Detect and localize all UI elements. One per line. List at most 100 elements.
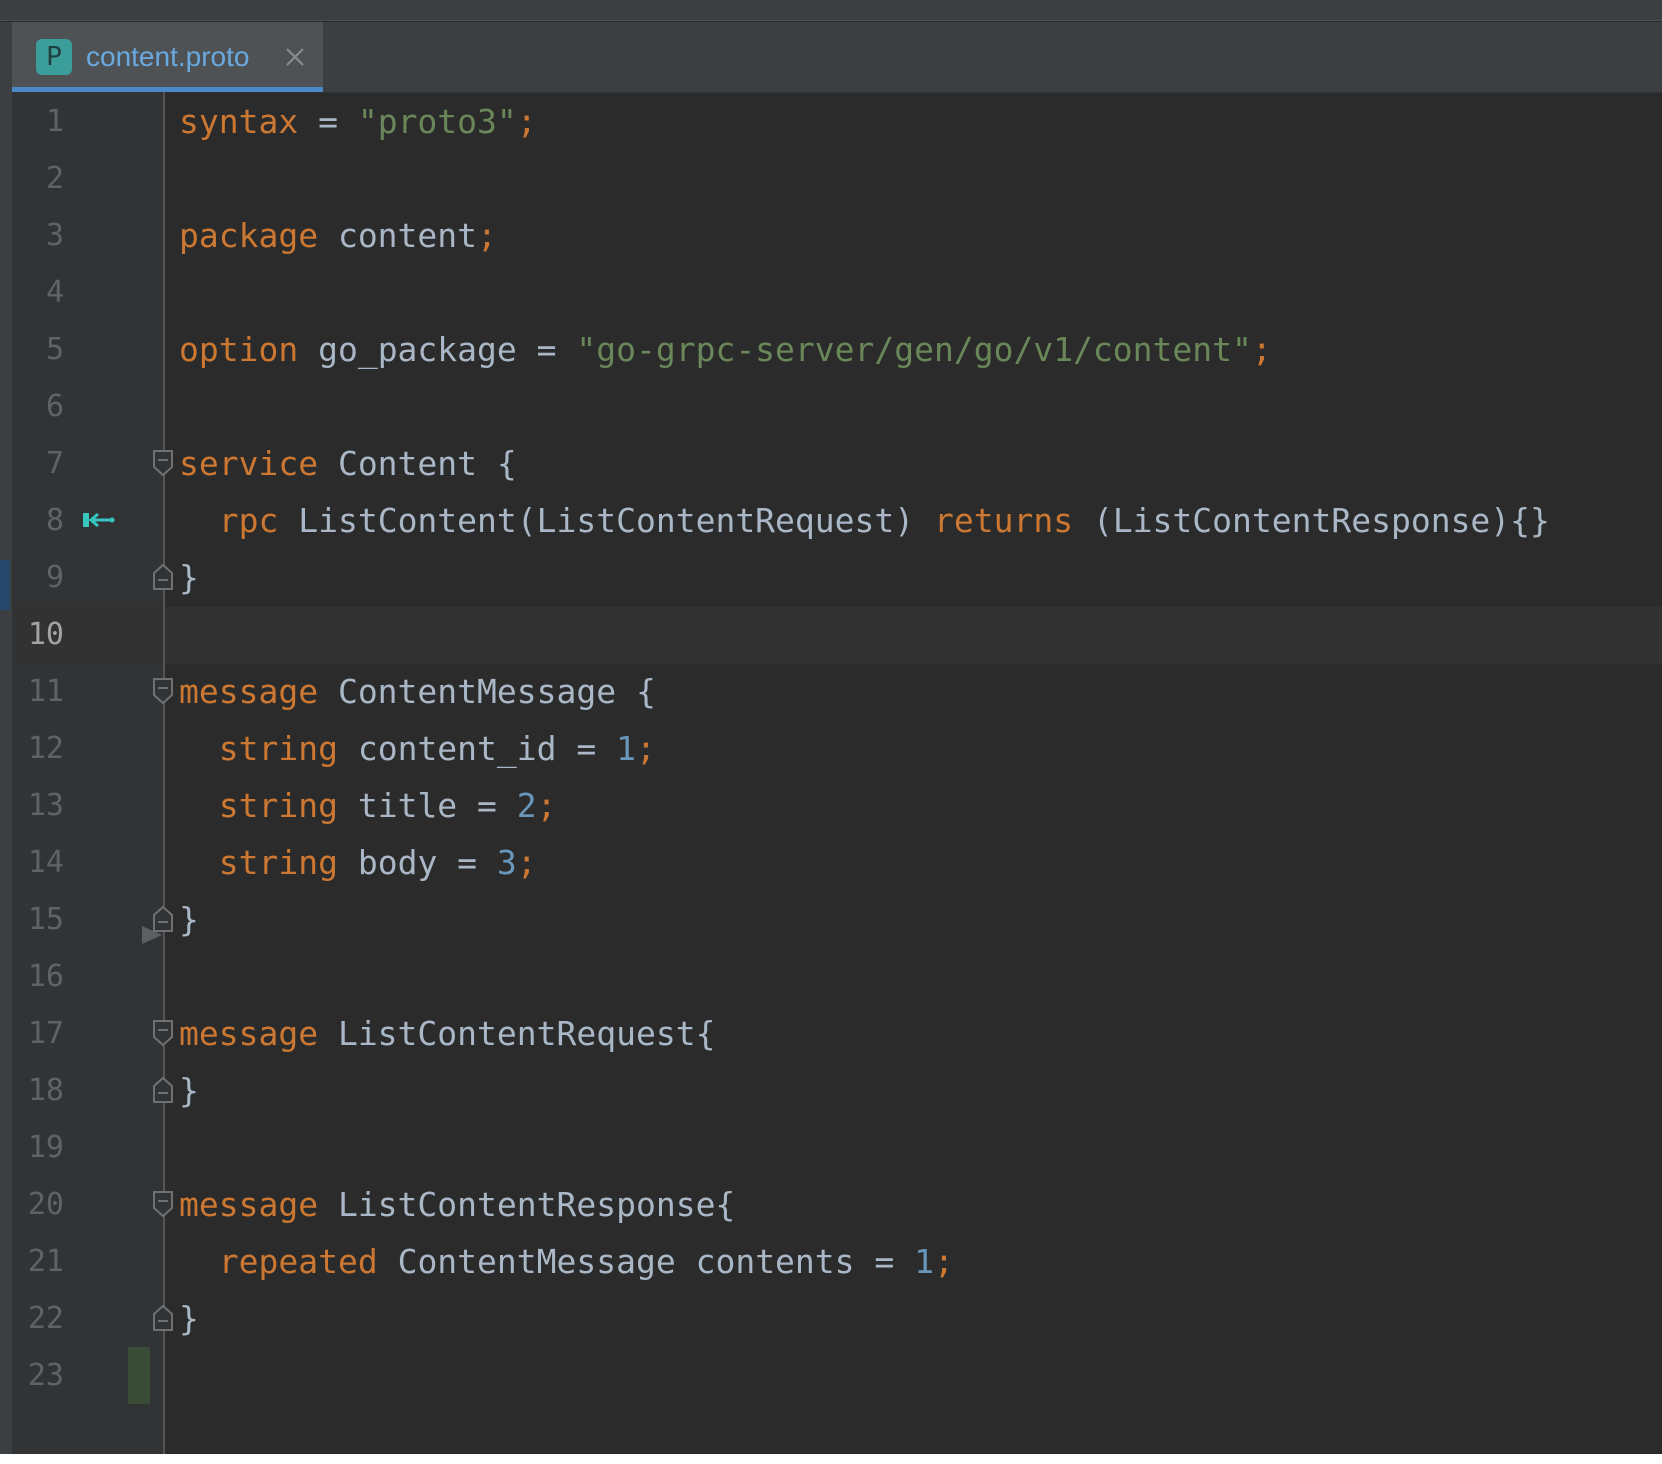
code-token: body = <box>337 843 497 882</box>
keyword-token: message <box>179 1185 319 1224</box>
line-number[interactable]: 17 <box>12 1005 64 1062</box>
code-text[interactable]: message ListContentResponse{ <box>179 1176 735 1233</box>
line-number[interactable]: 23 <box>12 1347 64 1404</box>
fold-open-icon[interactable] <box>152 449 174 477</box>
line-number[interactable]: 4 <box>12 264 64 321</box>
code-token: go_package = <box>298 330 577 369</box>
fold-close-icon[interactable] <box>152 1076 174 1104</box>
window-top-edge <box>0 0 1662 21</box>
keyword-token: string <box>218 843 338 882</box>
line-number[interactable]: 22 <box>12 1290 64 1347</box>
line-number[interactable]: 10 <box>12 606 64 663</box>
fold-close-icon[interactable] <box>152 563 174 591</box>
code-token: } <box>179 900 199 939</box>
keyword-token: service <box>179 444 319 483</box>
code-line[interactable]: 10 <box>12 606 1662 663</box>
code-editor[interactable]: 1 syntax = "proto3"; 2 3 package content; 4 5 o… <box>12 93 1662 1404</box>
code-text[interactable]: option go_package = "go-grpc-server/gen/… <box>179 321 1272 378</box>
code-line[interactable]: 12 string content_id = 1; <box>12 720 1662 777</box>
string-token: "go-grpc-server/gen/go/v1/content" <box>576 330 1252 369</box>
line-number[interactable]: 18 <box>12 1062 64 1119</box>
code-line[interactable]: 13 string title = 2; <box>12 777 1662 834</box>
code-token: ListContent(ListContentRequest) <box>278 501 934 540</box>
line-number[interactable]: 8 <box>12 492 64 549</box>
code-line[interactable]: 15} <box>12 891 1662 948</box>
line-number[interactable]: 19 <box>12 1119 64 1176</box>
code-token: Content { <box>318 444 517 483</box>
keyword-token: syntax <box>179 102 299 141</box>
code-line[interactable]: 8 rpc ListContent(ListContentRequest) re… <box>12 492 1662 549</box>
fold-open-icon[interactable] <box>152 677 174 705</box>
line-number[interactable]: 9 <box>12 549 64 606</box>
code-line[interactable]: 19 <box>12 1119 1662 1176</box>
code-token: ContentMessage contents = <box>377 1242 915 1281</box>
code-token: ListContentResponse{ <box>318 1185 736 1224</box>
code-token: ContentMessage { <box>318 672 656 711</box>
code-line[interactable]: 22} <box>12 1290 1662 1347</box>
code-token: content_id = <box>337 729 617 768</box>
line-number[interactable]: 20 <box>12 1176 64 1233</box>
code-line[interactable]: 6 <box>12 378 1662 435</box>
code-text[interactable]: message ListContentRequest{ <box>179 1005 715 1062</box>
line-number[interactable]: 6 <box>12 378 64 435</box>
code-line[interactable]: 5 option go_package = "go-grpc-server/gen… <box>12 321 1662 378</box>
code-text[interactable]: } <box>179 891 199 948</box>
tab-content-proto[interactable]: P content.proto <box>12 22 323 92</box>
code-line[interactable]: 23 <box>12 1347 1662 1404</box>
code-line[interactable]: 9} <box>12 549 1662 606</box>
keyword-token: repeated <box>218 1242 378 1281</box>
code-line[interactable]: 4 <box>12 264 1662 321</box>
ide-window: P content.proto 1 syntax = "proto3"; 2 3 pac… <box>0 0 1662 1454</box>
number-token: 1 <box>616 729 636 768</box>
line-number[interactable]: 12 <box>12 720 64 777</box>
code-line[interactable]: 7 service Content { <box>12 435 1662 492</box>
code-text[interactable]: string content_id = 1; <box>179 720 656 777</box>
fold-close-icon[interactable] <box>152 905 174 933</box>
code-text[interactable]: message ContentMessage { <box>179 663 656 720</box>
fold-close-icon[interactable] <box>152 1304 174 1332</box>
code-line[interactable]: 1 syntax = "proto3"; <box>12 93 1662 150</box>
code-line[interactable]: 21 repeated ContentMessage contents = 1; <box>12 1233 1662 1290</box>
code-line[interactable]: 17 message ListContentRequest{ <box>12 1005 1662 1062</box>
fold-open-icon[interactable] <box>152 1190 174 1218</box>
code-text[interactable]: } <box>179 1290 199 1347</box>
code-text[interactable]: package content; <box>179 207 497 264</box>
keyword-token: option <box>179 330 299 369</box>
keyword-token: rpc <box>218 501 279 540</box>
code-line[interactable]: 20 message ListContentResponse{ <box>12 1176 1662 1233</box>
line-number[interactable]: 14 <box>12 834 64 891</box>
code-text[interactable]: } <box>179 549 199 606</box>
line-number[interactable]: 13 <box>12 777 64 834</box>
line-number[interactable]: 7 <box>12 435 64 492</box>
code-text[interactable]: } <box>179 1062 199 1119</box>
code-line[interactable]: 2 <box>12 150 1662 207</box>
code-line[interactable]: 18} <box>12 1062 1662 1119</box>
keyword-token: ; <box>934 1242 954 1281</box>
code-text[interactable]: rpc ListContent(ListContentRequest) retu… <box>179 492 1550 549</box>
code-line[interactable]: 16 <box>12 948 1662 1005</box>
code-text[interactable]: syntax = "proto3"; <box>179 93 537 150</box>
fold-open-icon[interactable] <box>152 1019 174 1047</box>
code-line[interactable]: 14 string body = 3; <box>12 834 1662 891</box>
line-number[interactable]: 16 <box>12 948 64 1005</box>
code-line[interactable]: 3 package content; <box>12 207 1662 264</box>
code-text[interactable]: service Content { <box>179 435 517 492</box>
line-number[interactable]: 15 <box>12 891 64 948</box>
close-icon[interactable] <box>280 42 310 72</box>
line-number[interactable]: 2 <box>12 150 64 207</box>
code-text[interactable]: string title = 2; <box>179 777 557 834</box>
line-number[interactable]: 11 <box>12 663 64 720</box>
line-number[interactable]: 3 <box>12 207 64 264</box>
code-line[interactable]: 11 message ContentMessage { <box>12 663 1662 720</box>
code-text[interactable]: string body = 3; <box>179 834 537 891</box>
line-number[interactable]: 1 <box>12 93 64 150</box>
line-number[interactable]: 5 <box>12 321 64 378</box>
code-text[interactable]: repeated ContentMessage contents = 1; <box>179 1233 954 1290</box>
implements-arrow-icon[interactable] <box>82 510 116 530</box>
line-number[interactable]: 21 <box>12 1233 64 1290</box>
code-token: } <box>179 1299 199 1338</box>
